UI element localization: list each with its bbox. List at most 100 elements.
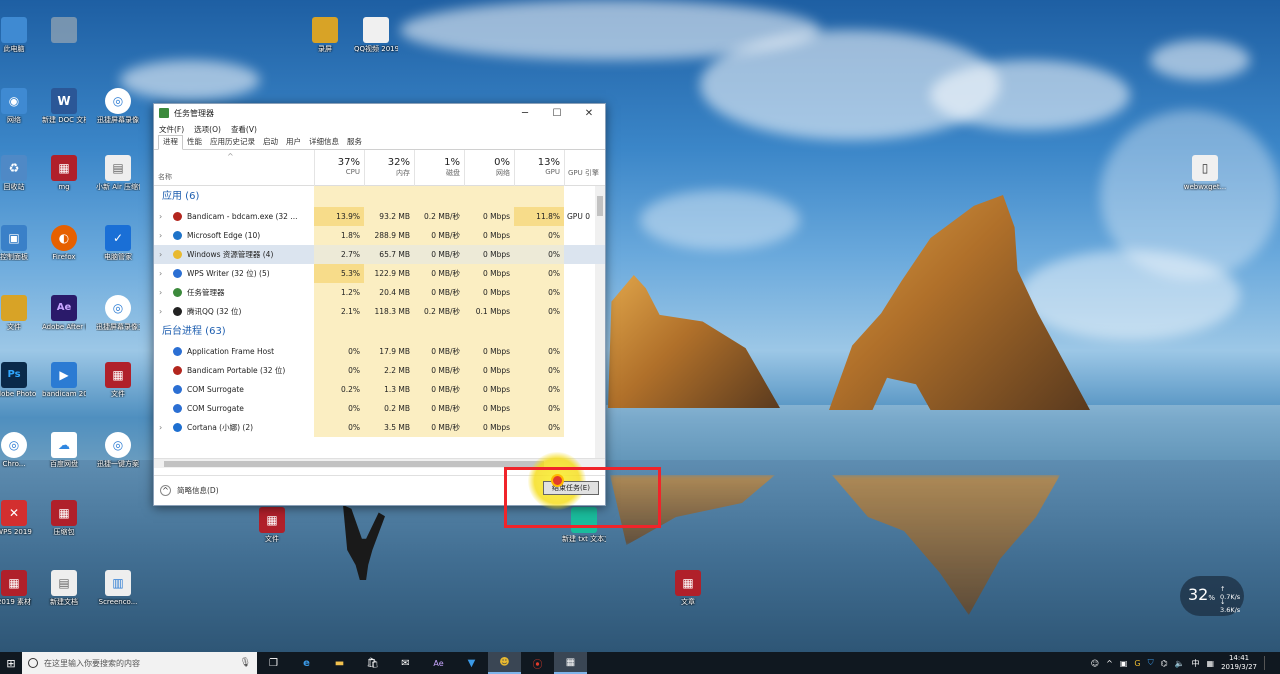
desktop-icon[interactable]: ♻ 回收站	[0, 155, 36, 191]
ime-indicator[interactable]: 中	[1192, 658, 1200, 669]
expand-chevron-icon[interactable]: ›	[159, 207, 169, 226]
desktop-icon[interactable]: ▶ bandicam 2019-03...	[42, 362, 86, 398]
fewer-details-link[interactable]: 简略信息(D)	[177, 485, 219, 496]
process-name-label: Bandicam Portable (32 位)	[187, 366, 286, 375]
desktop-icon[interactable]	[42, 17, 86, 45]
process-row[interactable]: Application Frame Host 0% 17.9 MB 0 MB/秒 0 M…	[154, 342, 605, 361]
process-row[interactable]: Bandicam Portable (32 位) 0% 2.2 MB 0 MB/秒 0 …	[154, 361, 605, 380]
process-row[interactable]: › 任务管理器 1.2% 20.4 MB 0 MB/秒 0 Mbps 0%	[154, 283, 605, 302]
collapse-chevron-icon[interactable]: ^	[160, 485, 171, 496]
expand-chevron-icon[interactable]: ›	[159, 418, 169, 437]
desktop-icon[interactable]: Ps Adobe Photo...	[0, 362, 36, 398]
group-header[interactable]: 应用 (6)	[154, 186, 605, 207]
desktop-icon[interactable]: ✕ WPS 2019	[0, 500, 36, 536]
process-row[interactable]: › Windows 资源管理器 (4) 2.7% 65.7 MB 0 MB/秒 0 Mbp…	[154, 245, 605, 264]
tray-g-icon[interactable]: G	[1134, 659, 1140, 668]
clock[interactable]: 14:41 2019/3/27	[1221, 654, 1257, 672]
edge-icon[interactable]: e	[290, 652, 323, 674]
column-name[interactable]: 名称	[158, 172, 172, 182]
column-gpu[interactable]: 13% GPU	[514, 150, 564, 186]
process-row[interactable]: COM Surrogate 0% 0.2 MB 0 MB/秒 0 Mbps 0%	[154, 399, 605, 418]
menu-file[interactable]: 文件(F)	[159, 124, 184, 135]
close-button[interactable]: ✕	[573, 108, 605, 119]
group-header[interactable]: 后台进程 (63)	[154, 321, 605, 342]
desktop-icon[interactable]: ✓ 电脑管家	[96, 225, 140, 261]
desktop-icon[interactable]: QQ视频 20190326...	[354, 17, 398, 53]
show-desktop-button[interactable]	[1264, 656, 1274, 670]
expand-chevron-icon[interactable]: ›	[159, 283, 169, 302]
title-bar[interactable]: 任务管理器 ─ ☐ ✕	[154, 104, 605, 122]
process-row[interactable]: › Microsoft Edge (10) 1.8% 288.9 MB 0 MB/秒 0 …	[154, 226, 605, 245]
desktop-icon[interactable]: ◉ 网络	[0, 88, 36, 124]
desktop-icon[interactable]: ▣ 控制面板	[0, 225, 36, 261]
file-explorer-icon[interactable]: ▬	[323, 652, 356, 674]
menu-options[interactable]: 选项(O)	[194, 124, 221, 135]
column-memory[interactable]: 32% 内存	[364, 150, 414, 186]
bandicam-portable-icon[interactable]: ☻	[488, 652, 521, 674]
expand-chevron-icon[interactable]: ›	[159, 245, 169, 264]
desktop-icon[interactable]: ◎ 迅捷屏幕录像工具	[96, 295, 140, 331]
tray-app-icon[interactable]: ▣	[1120, 659, 1128, 668]
desktop-icon[interactable]: ▦ 压缩包	[42, 500, 86, 536]
tab-users[interactable]: 用户	[282, 136, 305, 149]
tab-app-history[interactable]: 应用历史记录	[206, 136, 259, 149]
desktop-icon[interactable]: 此电脑	[0, 17, 36, 53]
tab-performance[interactable]: 性能	[183, 136, 206, 149]
tab-services[interactable]: 服务	[343, 136, 366, 149]
minimize-button[interactable]: ─	[509, 108, 541, 119]
process-row[interactable]: › Bandicam - bdcam.exe (32 ... 13.9% 93.2 M…	[154, 207, 605, 226]
column-disk[interactable]: 1% 磁盘	[414, 150, 464, 186]
process-row[interactable]: › 腾讯QQ (32 位) 2.1% 118.3 MB 0.2 MB/秒 0.1 Mbps…	[154, 302, 605, 321]
desktop-icon[interactable]: 文件	[0, 295, 36, 331]
column-cpu[interactable]: 37% CPU	[314, 150, 364, 186]
expand-chevron-icon[interactable]: ›	[159, 302, 169, 321]
desktop-icon[interactable]: ◎ Chro...	[0, 432, 36, 468]
desktop-icon[interactable]: ◐ Firefox	[42, 225, 86, 261]
start-button[interactable]: ⊞	[0, 652, 22, 674]
show-hidden-icons-chevron-icon[interactable]: ^	[1106, 659, 1113, 668]
network-icon[interactable]: ⌬	[1161, 659, 1168, 668]
keyboard-icon[interactable]: ▦	[1207, 659, 1215, 668]
task-view-icon[interactable]: ❐	[257, 652, 290, 674]
bandicam-record-icon[interactable]: ⦿	[521, 652, 554, 674]
search-box[interactable]: 在这里输入你要搜索的内容 🎙	[22, 652, 257, 674]
process-row[interactable]: › WPS Writer (32 位) (5) 5.3% 122.9 MB 0 MB/秒…	[154, 264, 605, 283]
tab-processes[interactable]: 进程	[158, 135, 183, 150]
desktop-icon[interactable]: ▦ 文件	[250, 507, 294, 543]
store-icon[interactable]: 🛍	[356, 652, 389, 674]
tab-startup[interactable]: 启动	[259, 136, 282, 149]
process-row[interactable]: COM Surrogate 0.2% 1.3 MB 0 MB/秒 0 Mbps 0%	[154, 380, 605, 399]
desktop-icon[interactable]: ▤ 新建文档	[42, 570, 86, 606]
people-icon[interactable]: ☺	[1091, 659, 1099, 668]
desktop-icon[interactable]: ▯ webwxget...	[1183, 155, 1227, 191]
menu-view[interactable]: 查看(V)	[231, 124, 257, 135]
mail-icon[interactable]: ✉	[389, 652, 422, 674]
desktop-icon[interactable]: ◎ 迅捷一键方案	[96, 432, 140, 468]
tray-shield-icon[interactable]: ⛉	[1148, 658, 1154, 668]
volume-icon[interactable]: 🔈	[1175, 659, 1185, 668]
after-effects-taskbar-icon[interactable]: Ae	[422, 652, 455, 674]
network-speed-widget[interactable]: 32% ↑ 0.7K/s ↓ 3.6K/s	[1180, 576, 1244, 616]
column-gpu-engine[interactable]: - GPU 引擎	[564, 150, 607, 186]
desktop-icon[interactable]: Ae Adobe After Effects CC	[42, 295, 86, 331]
desktop-icon[interactable]: ◎ 迅捷屏幕录像	[96, 88, 140, 124]
cell-mem: 93.2 MB	[379, 212, 410, 221]
microphone-icon[interactable]: 🎙	[240, 658, 251, 668]
qq-browser-icon[interactable]: ▼	[455, 652, 488, 674]
desktop-icon[interactable]: ▦ 文件	[96, 362, 140, 398]
desktop-icon[interactable]: ▦ 2019 素材	[0, 570, 36, 606]
expand-chevron-icon[interactable]: ›	[159, 264, 169, 283]
expand-chevron-icon[interactable]: ›	[159, 226, 169, 245]
process-row[interactable]: › Cortana (小娜) (2) 0% 3.5 MB 0 MB/秒 0 Mbps 0%	[154, 418, 605, 437]
desktop-icon[interactable]: ☁ 百度网盘	[42, 432, 86, 468]
desktop-icon[interactable]: ▦ 文章	[666, 570, 710, 606]
desktop-icon[interactable]: 录屏	[303, 17, 347, 53]
desktop-icon[interactable]: W 新建 DOC 文档	[42, 88, 86, 124]
task-manager-taskbar-icon[interactable]: ▦	[554, 652, 587, 674]
tab-details[interactable]: 详细信息	[305, 136, 343, 149]
desktop-icon[interactable]: ▥ Screenco...	[96, 570, 140, 606]
desktop-icon[interactable]: ▤ 小新 Air 压缩包	[96, 155, 140, 191]
desktop-icon[interactable]: ▦ mg	[42, 155, 86, 191]
maximize-button[interactable]: ☐	[541, 108, 573, 119]
column-network[interactable]: 0% 网络	[464, 150, 514, 186]
